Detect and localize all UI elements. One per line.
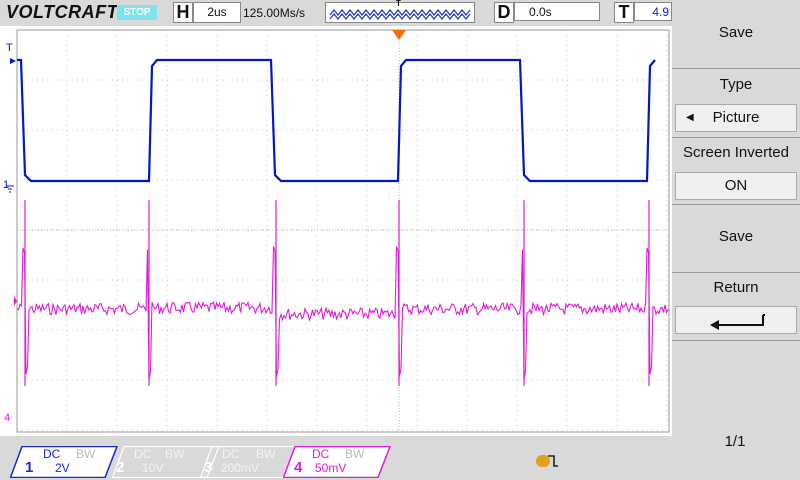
ch1-waveform xyxy=(17,58,656,183)
channel-3-bw-limit: BW xyxy=(256,447,276,461)
screen-inverted-toggle[interactable]: ON xyxy=(675,172,797,200)
status-bar: VOLTCRAFT . STOP H 2us 125.00Ms/s T D 0.… xyxy=(0,0,672,26)
ch1-ground-marker: 1 xyxy=(3,179,10,191)
channel-bar: 1 DC BW 2V 2 DC BW 10V 3 DC BW 200mV 4 D… xyxy=(0,436,672,480)
channel-3-number: 3 xyxy=(204,459,213,476)
type-option-selector[interactable]: ◀ Picture xyxy=(675,104,797,132)
timebase-value[interactable]: 2us xyxy=(193,2,241,23)
channel-3-scale: 200mV xyxy=(221,461,260,475)
ch1-trigger-level-marker: T xyxy=(6,42,13,54)
save-menu: Save Type ◀ Picture Screen Inverted ON S… xyxy=(672,0,800,480)
channel-4-bw-limit: BW xyxy=(345,447,365,461)
ch4-waveform xyxy=(16,246,670,380)
waveform-display[interactable]: T 1 4 xyxy=(0,26,672,436)
return-arrow-icon xyxy=(710,314,765,330)
channel-2-bw-limit: BW xyxy=(165,447,185,461)
channel-4-indicator[interactable]: 4 DC BW 50mV xyxy=(283,446,391,478)
channel-4-scale: 50mV xyxy=(315,461,347,475)
waveform-canvas xyxy=(6,29,670,433)
return-label: Return xyxy=(713,279,759,296)
menu-divider xyxy=(672,204,800,205)
trigger-position-arrow xyxy=(392,30,406,40)
type-option-value: Picture xyxy=(712,109,760,126)
ch4-ground-marker: 4 xyxy=(4,412,11,424)
channel-1-scale: 2V xyxy=(55,461,70,475)
channel-1-indicator[interactable]: 1 DC BW 2V xyxy=(10,446,118,478)
timebase-label: H xyxy=(173,2,193,23)
trigger-level-label: T xyxy=(614,2,634,23)
channel-3-coupling: DC xyxy=(222,447,240,461)
ch1-trigger-level-arrow xyxy=(10,58,16,64)
trigger-position-marker: T xyxy=(396,0,401,8)
run-status-badge[interactable]: STOP xyxy=(117,5,157,20)
channel-4-coupling: DC xyxy=(312,447,330,461)
screen-border xyxy=(16,29,670,433)
menu-divider xyxy=(672,68,800,69)
menu-divider xyxy=(672,137,800,138)
channel-1-number: 1 xyxy=(25,459,34,476)
channel-2-scale: 10V xyxy=(142,461,164,475)
brand-logo: VOLTCRAFT xyxy=(6,2,119,22)
type-option-label: Type xyxy=(719,76,753,93)
channel-2-coupling: DC xyxy=(134,447,152,461)
screen-inverted-label: Screen Inverted xyxy=(683,144,789,161)
sample-rate: 125.00Ms/s xyxy=(243,6,306,20)
trigger-edge-icon xyxy=(536,455,558,467)
menu-page-indicator: 1/1 xyxy=(724,433,746,450)
channel-4-number: 4 xyxy=(294,459,303,476)
delay-label: D xyxy=(494,2,514,23)
channel-1-coupling: DC xyxy=(43,447,61,461)
save-button[interactable]: Save xyxy=(672,228,800,245)
delay-value[interactable]: 0.0s xyxy=(514,2,600,21)
channel-2-number: 2 xyxy=(116,459,125,476)
channel-1-bw-limit: BW xyxy=(76,447,96,461)
trigger-level-value[interactable]: 4.9 xyxy=(634,2,672,21)
triangle-left-icon: ◀ xyxy=(686,112,694,123)
return-button[interactable] xyxy=(675,306,797,334)
menu-divider xyxy=(672,272,800,273)
brand-mark: . xyxy=(109,2,115,22)
menu-divider xyxy=(672,340,800,341)
menu-title: Save xyxy=(718,24,754,41)
